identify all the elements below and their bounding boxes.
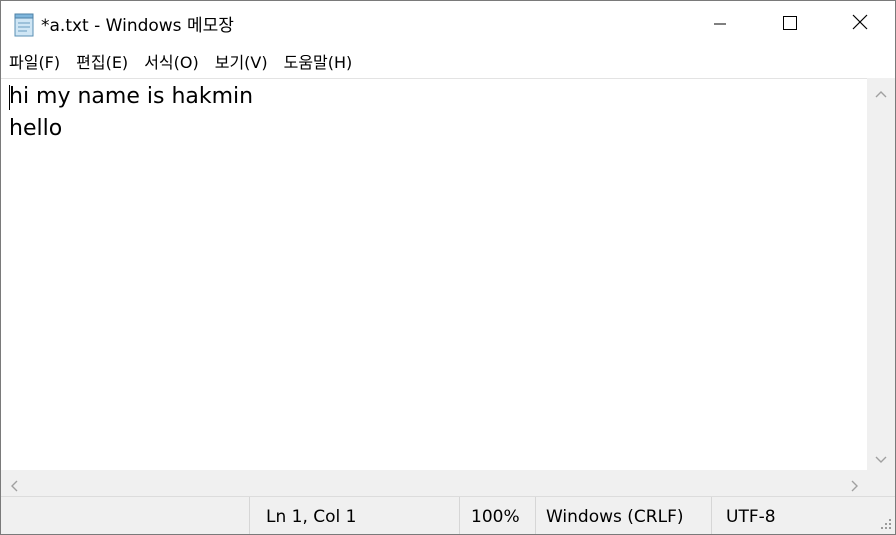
maximize-button[interactable] bbox=[755, 1, 825, 47]
vertical-scrollbar[interactable] bbox=[867, 78, 895, 470]
editor-line: hi my name is hakmin bbox=[9, 84, 254, 109]
menu-edit[interactable]: 편집(E) bbox=[68, 49, 136, 77]
window-title: *a.txt - Windows 메모장 bbox=[41, 16, 234, 36]
scroll-up-icon[interactable] bbox=[875, 86, 887, 98]
notepad-window: *a.txt - Windows 메모장 파일(F) 편집(E) 서식(O) 보… bbox=[0, 0, 896, 535]
menu-format[interactable]: 서식(O) bbox=[136, 49, 207, 77]
scroll-right-icon[interactable] bbox=[848, 477, 860, 492]
menu-help[interactable]: 도움말(H) bbox=[276, 49, 361, 77]
editor-line: hello bbox=[9, 116, 63, 141]
minimize-button[interactable] bbox=[685, 1, 755, 47]
resize-grip-icon[interactable] bbox=[877, 515, 893, 531]
close-button[interactable] bbox=[825, 1, 895, 47]
maximize-icon bbox=[783, 15, 797, 34]
minimize-icon bbox=[714, 15, 726, 34]
title-bar[interactable]: *a.txt - Windows 메모장 bbox=[1, 1, 895, 47]
status-encoding: UTF-8 bbox=[711, 497, 895, 534]
status-line-ending: Windows (CRLF) bbox=[535, 497, 711, 534]
scrollbar-corner bbox=[867, 470, 895, 496]
menu-file[interactable]: 파일(F) bbox=[1, 49, 68, 77]
menu-bar: 파일(F) 편집(E) 서식(O) 보기(V) 도움말(H) bbox=[1, 49, 895, 77]
menu-view[interactable]: 보기(V) bbox=[207, 49, 276, 77]
horizontal-scrollbar[interactable] bbox=[1, 470, 867, 496]
close-icon bbox=[852, 14, 868, 34]
status-zoom: 100% bbox=[459, 497, 535, 534]
status-bar: Ln 1, Col 1 100% Windows (CRLF) UTF-8 bbox=[1, 496, 895, 534]
scroll-left-icon[interactable] bbox=[9, 477, 21, 492]
scroll-down-icon[interactable] bbox=[875, 450, 887, 463]
notepad-icon bbox=[13, 13, 35, 37]
text-editor[interactable]: hi my name is hakmin hello bbox=[1, 78, 867, 471]
status-position: Ln 1, Col 1 bbox=[249, 497, 459, 534]
